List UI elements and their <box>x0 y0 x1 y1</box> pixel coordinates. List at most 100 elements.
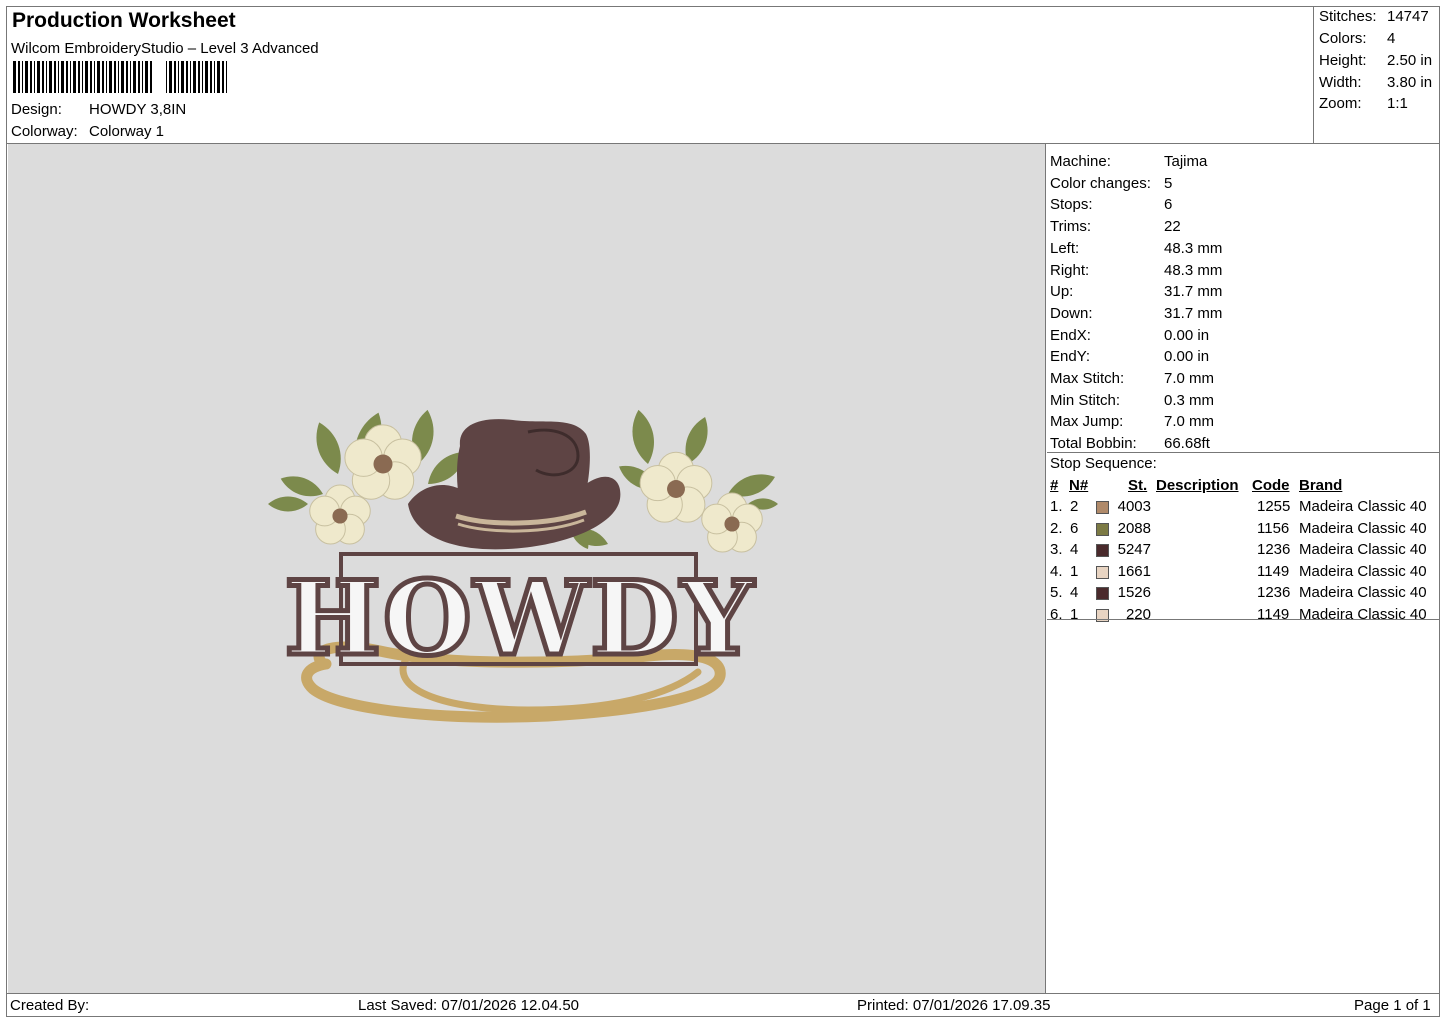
seq-stitches: 5247 <box>1117 541 1151 559</box>
machine-info-value: 22 <box>1164 218 1181 236</box>
seq-stitches: 220 <box>1125 606 1151 623</box>
machine-info-label: Min Stitch: <box>1050 391 1121 409</box>
seq-brand: Madeira Classic 40 <box>1299 541 1427 559</box>
machine-info-value: 31.7 mm <box>1164 283 1223 301</box>
thread-color-swatch <box>1096 522 1109 536</box>
seq-code: 1236 <box>1257 541 1291 559</box>
seq-brand: Madeira Classic 40 <box>1299 562 1427 580</box>
table-end-divider <box>1047 619 1439 620</box>
col-header-stitches: St. <box>1128 477 1148 494</box>
seq-code: 1149 <box>1257 562 1290 580</box>
colorway-value: Colorway 1 <box>89 123 165 140</box>
seq-brand: Madeira Classic 40 <box>1299 519 1427 537</box>
machine-info-value: 7.0 mm <box>1164 370 1215 387</box>
seq-number: 3. <box>1050 541 1063 559</box>
col-header-num: # <box>1050 477 1059 494</box>
last-saved: Last Saved: 07/01/2026 12.04.50 <box>358 997 580 1014</box>
thread-color-swatch <box>1096 587 1109 601</box>
seq-code: 1236 <box>1257 584 1291 602</box>
machine-info-value: 6 <box>1164 196 1173 214</box>
created-by: Created By: <box>10 997 90 1014</box>
stat-label: Width: <box>1319 74 1362 91</box>
seq-brand: Madeira Classic 40 <box>1299 584 1427 602</box>
seq-code: 1156 <box>1257 519 1290 537</box>
seq-needle: 2 <box>1070 498 1079 515</box>
colorway-label: Colorway: <box>11 123 78 140</box>
stat-value: 4 <box>1387 30 1396 47</box>
seq-stitches: 1661 <box>1117 562 1151 580</box>
machine-info-label: EndY: <box>1050 348 1091 366</box>
machine-info-label: Right: <box>1050 261 1090 279</box>
machine-info-label: Stops: <box>1050 196 1093 214</box>
barcode-icon: , <box>13 61 227 93</box>
machine-info-label: EndX: <box>1050 326 1091 344</box>
thread-color-swatch <box>1096 501 1109 514</box>
seq-number: 5. <box>1050 584 1063 602</box>
howdy-text-block: HOWDY <box>282 552 756 682</box>
machine-info-label: Down: <box>1050 304 1093 322</box>
worksheet-title: Production Worksheet <box>12 9 236 32</box>
stop-sequence-title: Stop Sequence: <box>1050 455 1157 472</box>
thread-color-swatch <box>1096 565 1109 579</box>
stat-value: 3.80 in <box>1387 74 1433 91</box>
machine-info-value: 0.3 mm <box>1164 391 1215 409</box>
machine-info-label: Total Bobbin: <box>1050 435 1137 453</box>
svg-text:,: , <box>155 76 162 93</box>
machine-info-value: 0.00 in <box>1164 348 1210 366</box>
col-header-brand: Brand <box>1299 477 1343 494</box>
howdy-text: HOWDY <box>284 559 755 679</box>
colorway-row: Colorway: Colorway 1 <box>11 123 164 140</box>
machine-info-label: Left: <box>1050 239 1080 257</box>
seq-code: 1255 <box>1257 498 1291 515</box>
col-header-description: Description <box>1156 477 1239 494</box>
machine-info-value: 7.0 mm <box>1164 413 1215 431</box>
stat-label: Zoom: <box>1319 95 1362 112</box>
machine-info-panel: Machine: Tajima Color changes: 5 Stops: 6 Trim… <box>1047 144 1439 993</box>
seq-brand: Madeira Classic 40 <box>1299 606 1427 623</box>
stat-value: 2.50 in <box>1387 52 1433 69</box>
thread-color-swatch <box>1096 609 1109 622</box>
software-name: Wilcom EmbroideryStudio – Level 3 Advanc… <box>11 40 319 57</box>
machine-info-label: Max Jump: <box>1050 413 1124 431</box>
seq-stitches: 2088 <box>1117 519 1151 537</box>
seq-number: 2. <box>1050 519 1063 537</box>
worksheet-header: Production Worksheet Wilcom EmbroiderySt… <box>7 7 1313 143</box>
seq-needle: 1 <box>1070 606 1079 623</box>
seq-number: 6. <box>1050 606 1063 623</box>
design-row: Design: HOWDY 3,8IN <box>11 101 186 118</box>
machine-info-label: Trims: <box>1050 218 1092 236</box>
stat-label: Stitches: <box>1319 8 1377 25</box>
page-number: Page 1 of 1 <box>1354 997 1431 1014</box>
thread-color-swatch <box>1096 544 1109 558</box>
machine-info-label: Color changes: <box>1050 174 1151 192</box>
stat-value: 1:1 <box>1387 95 1408 112</box>
machine-info-value: 48.3 mm <box>1164 239 1223 257</box>
stat-value: 14747 <box>1387 8 1429 25</box>
machine-info-value: 31.7 mm <box>1164 304 1223 322</box>
machine-info-label: Up: <box>1050 283 1074 301</box>
seq-number: 4. <box>1050 562 1063 580</box>
seq-needle: 6 <box>1070 519 1079 537</box>
machine-info-value: 5 <box>1164 174 1173 192</box>
printed-date: Printed: 07/01/2026 17.09.35 <box>857 997 1051 1014</box>
seq-stitches: 4003 <box>1117 498 1151 515</box>
seq-number: 1. <box>1050 498 1063 515</box>
embroidery-design: HOWDY <box>268 409 778 723</box>
stop-sequence-divider <box>1047 452 1439 453</box>
seq-brand: Madeira Classic 40 <box>1299 498 1427 515</box>
worksheet-frame: Production Worksheet Wilcom EmbroiderySt… <box>6 6 1440 1017</box>
seq-code: 1149 <box>1257 606 1290 623</box>
seq-needle: 4 <box>1070 541 1079 559</box>
seq-needle: 4 <box>1070 584 1079 602</box>
machine-info-label: Machine: <box>1050 153 1111 170</box>
stats-box: Stitches: 14747 Colors: 4 Height: 2.50 in W… <box>1313 7 1439 143</box>
stat-label: Colors: <box>1319 30 1367 47</box>
cowboy-hat-icon <box>408 419 621 550</box>
stat-label: Height: <box>1319 52 1367 69</box>
design-value: HOWDY 3,8IN <box>89 101 187 118</box>
machine-info-value: 66.68ft <box>1164 435 1210 453</box>
seq-stitches: 1526 <box>1117 584 1151 602</box>
machine-info-label: Max Stitch: <box>1050 370 1125 387</box>
col-header-code: Code <box>1252 477 1290 494</box>
machine-info-value: 48.3 mm <box>1164 261 1223 279</box>
